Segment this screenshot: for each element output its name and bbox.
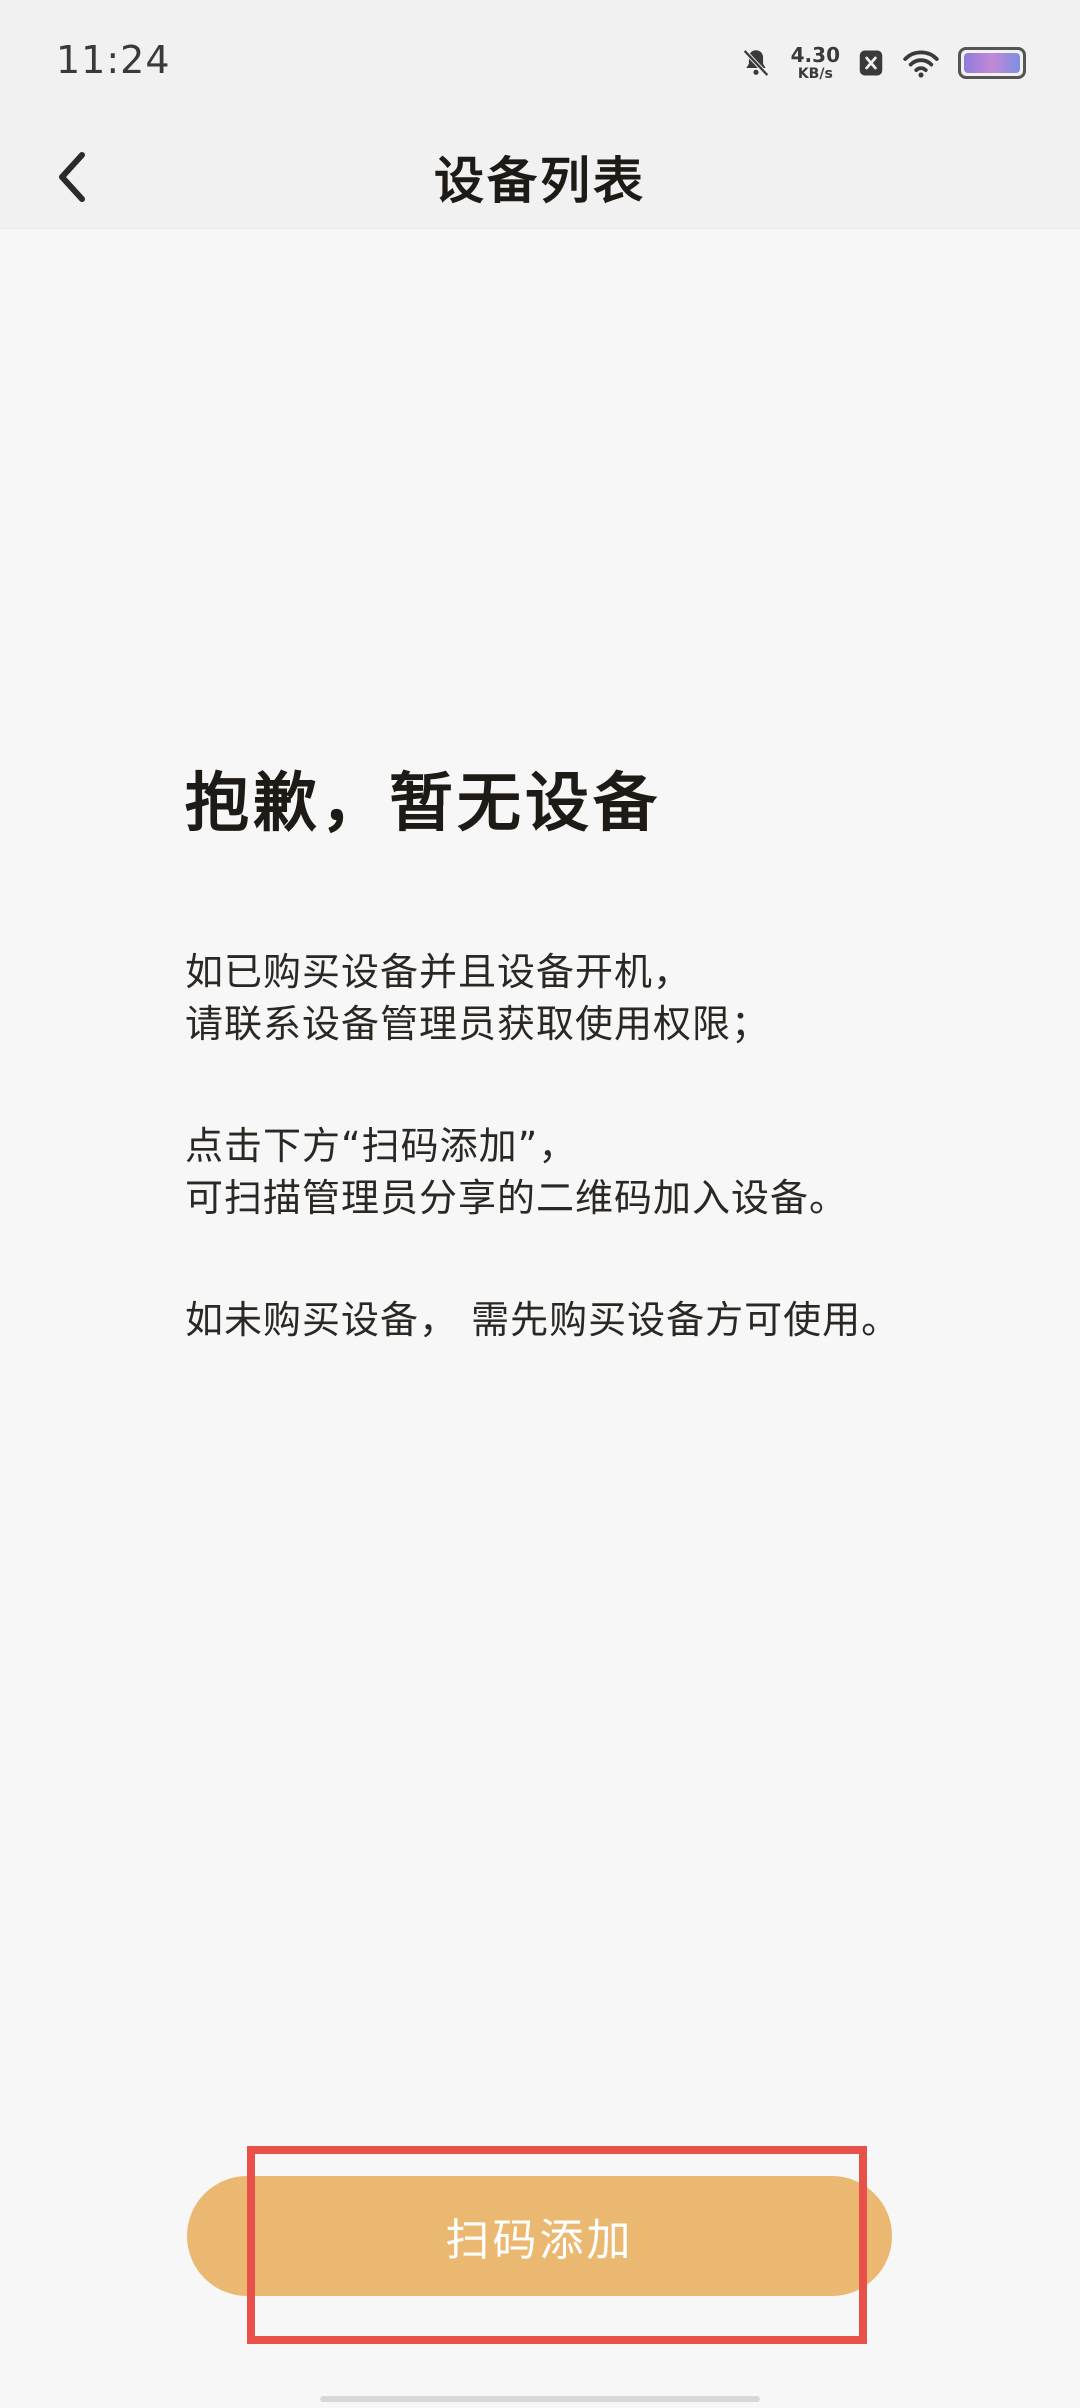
back-button[interactable]: [36, 141, 108, 213]
battery-level: [964, 53, 1020, 73]
paragraph-line: 如已购买设备并且设备开机，: [185, 950, 693, 994]
page-title: 设备列表: [434, 152, 646, 210]
wifi-icon: [902, 47, 940, 79]
paragraph-line: 请联系设备管理员获取使用权限；: [185, 1002, 771, 1046]
paragraph-line: 如未购买设备， 需先购买设备方可使用。: [185, 1298, 901, 1342]
paragraph-line: 可扫描管理员分享的二维码加入设备。: [185, 1176, 849, 1220]
empty-state-paragraph-scan: 点击下方“扫码添加”， 可扫描管理员分享的二维码加入设备。: [185, 1120, 985, 1224]
empty-state-paragraph-not-purchased: 如未购买设备， 需先购买设备方可使用。: [185, 1294, 985, 1346]
status-time: 11:24: [56, 38, 171, 82]
network-speed-unit: KB/s: [797, 66, 833, 82]
status-bar: 11:24 4.30 KB/s: [0, 0, 1080, 125]
app-bar: 设备列表: [0, 125, 1080, 229]
empty-state-title: 抱歉，暂无设备: [185, 767, 661, 841]
close-badge-icon: [858, 48, 884, 78]
status-icons: 4.30 KB/s: [739, 40, 1026, 86]
battery-icon: [958, 47, 1026, 79]
empty-state-paragraph-purchased: 如已购买设备并且设备开机， 请联系设备管理员获取使用权限；: [185, 946, 985, 1050]
network-speed: 4.30 KB/s: [791, 45, 840, 81]
paragraph-line: 点击下方“扫码添加”，: [185, 1124, 578, 1168]
bell-muted-icon: [739, 46, 773, 80]
home-indicator[interactable]: [320, 2396, 760, 2402]
scan-add-button[interactable]: 扫码添加: [187, 2176, 892, 2296]
chevron-left-icon: [59, 152, 85, 202]
network-speed-value: 4.30: [790, 43, 840, 67]
